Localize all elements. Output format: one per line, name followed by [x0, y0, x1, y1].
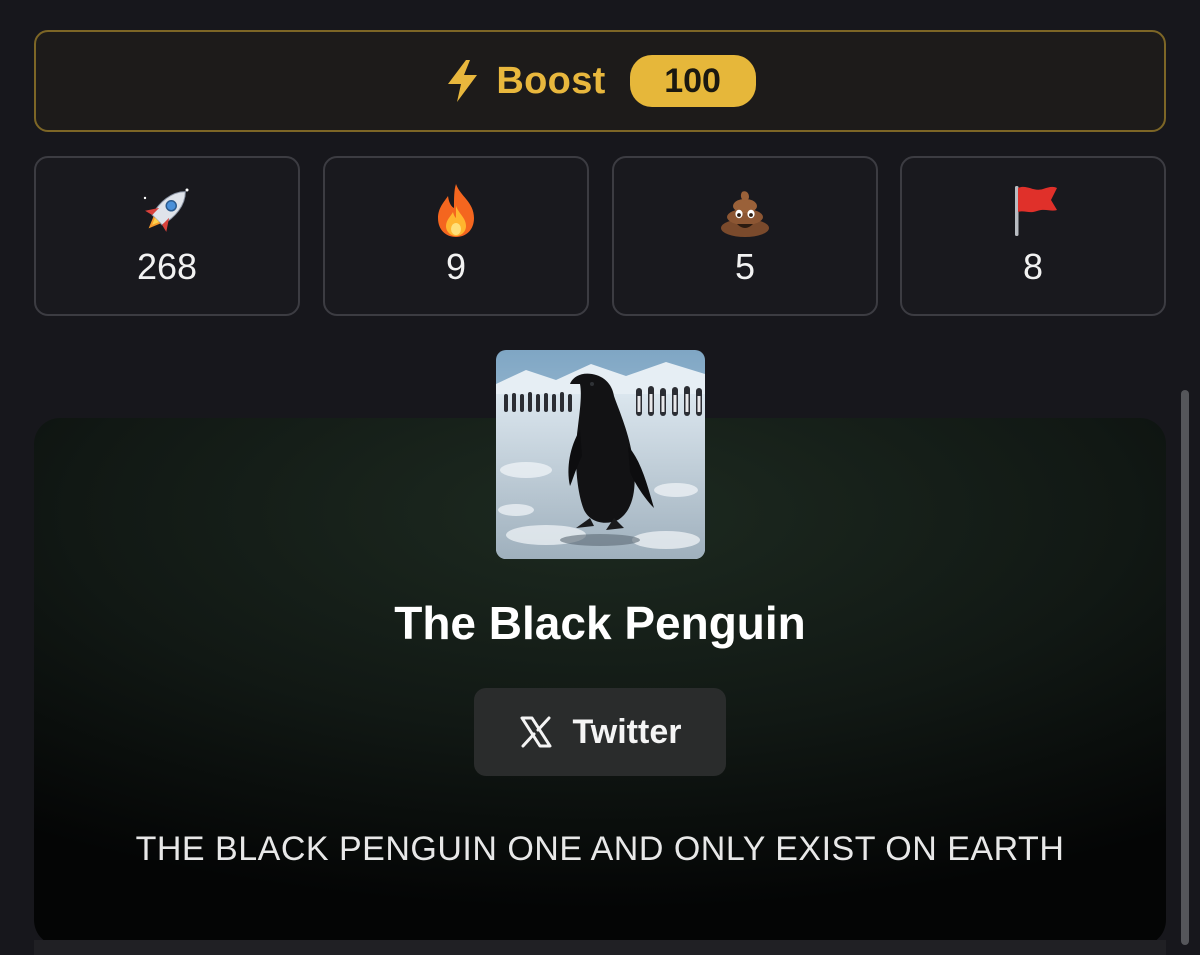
reaction-red-flag[interactable]: 8	[900, 156, 1166, 316]
reaction-poop[interactable]: 5	[612, 156, 878, 316]
page: Boost 100 268 9 5 8 The Black Penguin Tw…	[0, 0, 1200, 955]
black-penguin-image	[496, 350, 705, 559]
twitter-label: Twitter	[572, 712, 682, 751]
twitter-link-button[interactable]: Twitter	[474, 688, 726, 776]
reaction-count: 8	[1022, 246, 1044, 287]
rocket-icon	[143, 188, 189, 232]
token-description: THE BLACK PENGUIN ONE AND ONLY EXIST ON …	[135, 830, 1065, 868]
reaction-count: 268	[136, 246, 198, 287]
scrollbar[interactable]	[1181, 390, 1189, 945]
red-flag-icon	[1015, 186, 1057, 236]
boost-label: Boost	[496, 59, 606, 102]
fire-icon	[438, 184, 474, 237]
reaction-stats: 268 9 5 8	[34, 156, 1166, 316]
boost-button[interactable]: Boost 100	[34, 30, 1166, 132]
reaction-rocket[interactable]: 268	[34, 156, 300, 316]
reaction-count: 5	[734, 246, 756, 287]
reaction-count: 9	[445, 246, 467, 287]
lightning-bolt-icon	[448, 60, 478, 102]
poop-icon	[721, 191, 769, 237]
reaction-fire[interactable]: 9	[323, 156, 589, 316]
boost-count-badge: 100	[629, 55, 756, 107]
x-logo-icon	[520, 716, 552, 748]
token-name: The Black Penguin	[394, 597, 806, 649]
card-footer-strip	[34, 940, 1166, 955]
